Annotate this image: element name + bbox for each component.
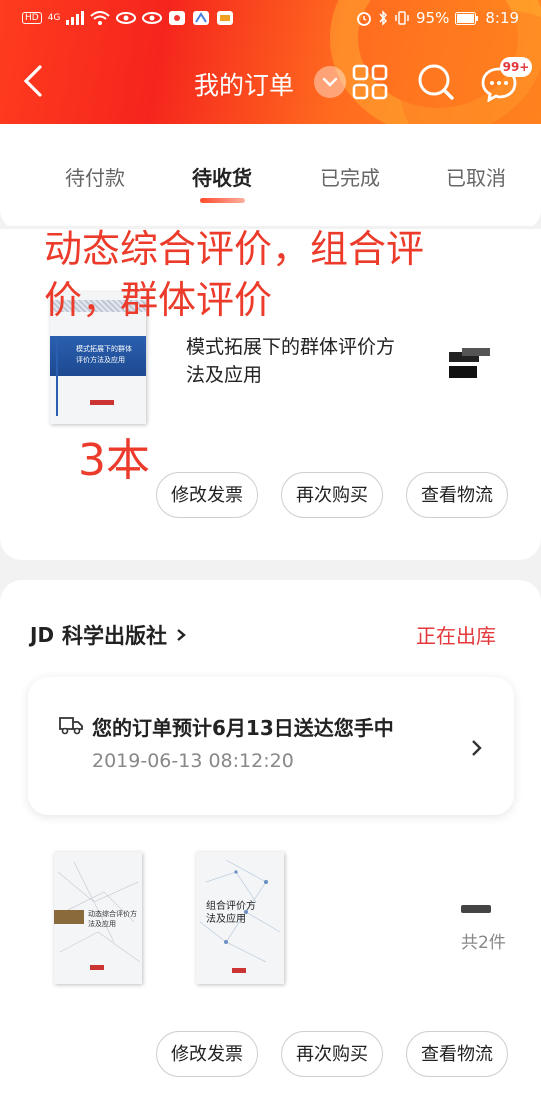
tab-pending-payment[interactable]: 待付款	[65, 162, 125, 191]
status-bar-left: HD 4G	[22, 10, 234, 26]
eye-icon	[116, 12, 137, 24]
buy-again-button[interactable]: 再次购买	[281, 472, 383, 518]
bluetooth-icon	[379, 10, 388, 26]
view-logistics-button[interactable]: 查看物流	[406, 1031, 508, 1077]
item-count: 共2件	[461, 933, 506, 953]
grid-menu-icon[interactable]	[352, 64, 388, 100]
active-tab-indicator	[200, 198, 245, 203]
tab-pending-receipt[interactable]: 待收货	[192, 162, 252, 191]
title-dropdown-button[interactable]	[314, 66, 346, 98]
vibrate-icon	[395, 11, 409, 25]
search-icon[interactable]	[416, 62, 456, 102]
chevron-right-icon	[177, 629, 186, 641]
modify-invoice-button[interactable]: 修改发票	[156, 472, 258, 518]
network-label: 4G	[47, 13, 61, 23]
clock: 8:19	[485, 9, 520, 27]
delivery-message: 您的订单预计6月13日送达您手中	[92, 716, 394, 740]
message-badge: 99+	[500, 57, 532, 77]
chevron-right-icon	[472, 740, 482, 756]
app-notification-icon	[217, 11, 234, 25]
app-notification-icon	[193, 11, 210, 25]
modify-invoice-button[interactable]: 修改发票	[156, 1031, 258, 1077]
shop-header[interactable]: JD 科学出版社	[30, 620, 187, 650]
book-cover-title: 组合评价方法及应用	[206, 901, 256, 925]
annotation-count: 3本	[78, 435, 150, 486]
back-arrow-icon[interactable]	[20, 64, 48, 98]
wifi-icon	[90, 11, 111, 25]
price-redacted	[449, 366, 477, 378]
price-redacted	[462, 348, 490, 356]
book-cover[interactable]: 动态综合评价方法及应用	[54, 852, 142, 984]
signal-icon	[66, 11, 85, 25]
book-cover-title: 动态综合评价方法及应用	[88, 910, 137, 928]
app-notification-icon	[169, 11, 186, 25]
alarm-icon	[357, 12, 371, 26]
product-title[interactable]: 模式拓展下的群体评价方法及应用	[186, 333, 406, 389]
page-title: 我的订单	[194, 71, 295, 100]
chevron-down-icon	[322, 77, 338, 87]
book-cover-title: 模式拓展下的群体评价方法及应用	[76, 345, 132, 364]
battery-percent: 95%	[416, 9, 450, 27]
tab-cancelled[interactable]: 已取消	[446, 162, 506, 191]
order-status: 正在出库	[416, 624, 496, 648]
delivery-truck-icon	[59, 717, 83, 735]
hd-label: HD	[22, 12, 42, 24]
tab-completed[interactable]: 已完成	[320, 162, 380, 191]
battery-icon	[455, 11, 479, 25]
eye-icon	[142, 12, 163, 24]
buy-again-button[interactable]: 再次购买	[281, 1031, 383, 1077]
view-logistics-button[interactable]: 查看物流	[406, 472, 508, 518]
annotation-text: 动态综合评价，组合评价，群体评价	[44, 227, 425, 322]
shop-logo: JD	[30, 623, 55, 647]
shop-name: 科学出版社	[62, 624, 168, 648]
delivery-info-box[interactable]	[28, 677, 514, 815]
book-cover[interactable]: 组合评价方法及应用	[196, 852, 284, 984]
delivery-time: 2019-06-13 08:12:20	[92, 750, 294, 772]
price-redacted	[461, 905, 491, 913]
status-bar-right: 95% 8:19	[356, 9, 519, 27]
